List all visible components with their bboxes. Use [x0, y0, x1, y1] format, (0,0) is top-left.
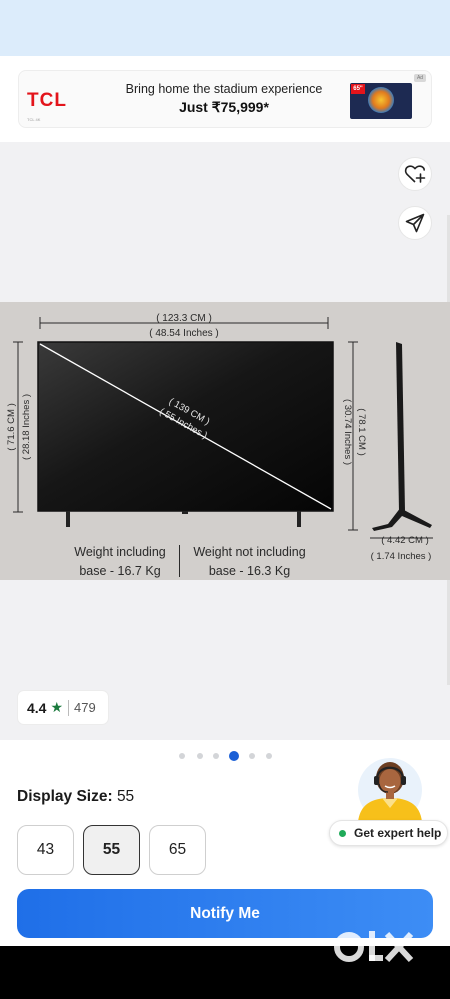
size-option-43[interactable]: 43 — [17, 825, 74, 875]
online-status-dot — [339, 829, 346, 837]
display-size-label: Display Size: — [17, 788, 113, 805]
page-dot-6[interactable] — [266, 753, 272, 759]
page-dot-4-active[interactable] — [229, 751, 239, 761]
size-option-55[interactable]: 55 — [83, 825, 140, 875]
tv-dimension-diagram: ( 123.3 CM ) ( 48.54 Inches ) ( 71.6 CM … — [6, 313, 433, 562]
weight-with-base: Weight including base - 16.7 Kg — [60, 543, 180, 581]
rating-chip[interactable]: 4.4 ★ 479 — [17, 690, 109, 725]
height-cm-label: ( 71.6 CM ) — [6, 403, 17, 451]
rating-divider — [68, 699, 70, 716]
top-status-strip — [0, 0, 450, 56]
olx-logo — [334, 931, 414, 963]
display-size-selected: 55 — [116, 788, 135, 805]
tv-side-profile — [396, 342, 405, 511]
weight-with-base-line2: base - 16.7 Kg — [79, 564, 161, 578]
weight-with-base-line1: Weight including — [74, 545, 166, 559]
width-cm-label: ( 123.3 CM ) — [156, 313, 212, 324]
weight-divider — [179, 545, 180, 577]
depth-cm-label: ( 4.42 CM ) — [381, 535, 429, 546]
ad-price: Just ₹75,999* — [179, 99, 269, 115]
depth-in-label: ( 1.74 Inches ) — [371, 551, 432, 562]
share-button[interactable] — [398, 206, 432, 240]
ad-chip[interactable]: Ad — [414, 74, 426, 82]
ad-headline: Bring home the stadium experience — [125, 82, 323, 96]
ad-thumb-art — [368, 87, 394, 113]
tcl-logo-subtext: TCL 4K — [27, 117, 41, 122]
size-option-65[interactable]: 65 — [149, 825, 206, 875]
height-base-cm-label: ( 78.1 CM ) — [356, 408, 367, 456]
star-icon: ★ — [50, 699, 64, 715]
expert-help-label: Get expert help — [354, 826, 442, 840]
heart-plus-icon — [404, 165, 426, 183]
page-dot-3[interactable] — [213, 753, 219, 759]
display-size-heading: Display Size: 55 — [17, 788, 134, 806]
olx-watermark — [333, 925, 415, 979]
height-base-in-label: ( 30.74 Inches ) — [342, 399, 353, 465]
ad-size-badge: 65" — [351, 84, 365, 94]
rating-count: 479 — [74, 700, 96, 715]
share-send-icon — [405, 213, 425, 233]
tv-foot-left — [66, 511, 70, 527]
tcl-logo: TCL — [27, 90, 67, 111]
tcl-ad-banner[interactable]: TCL TCL 4K Bring home the stadium experi… — [18, 70, 432, 128]
page-dot-2[interactable] — [197, 753, 203, 759]
weight-without-base-line1: Weight not including — [193, 545, 306, 559]
wishlist-button[interactable] — [398, 157, 432, 191]
weight-without-base-line2: base - 16.3 Kg — [208, 564, 291, 578]
expert-avatar[interactable] — [352, 752, 428, 822]
page-dot-1[interactable] — [179, 753, 185, 759]
width-in-label: ( 48.54 Inches ) — [149, 328, 218, 339]
rating-value: 4.4 — [27, 699, 47, 716]
weight-without-base: Weight not including base - 16.3 Kg — [182, 543, 317, 581]
tv-foot-right — [297, 511, 301, 527]
height-in-label: ( 28.18 Inches ) — [21, 394, 32, 460]
page-dot-5[interactable] — [249, 753, 255, 759]
get-expert-help-button[interactable]: Get expert help — [329, 820, 448, 846]
ad-tv-thumbnail: 65" — [350, 83, 412, 119]
